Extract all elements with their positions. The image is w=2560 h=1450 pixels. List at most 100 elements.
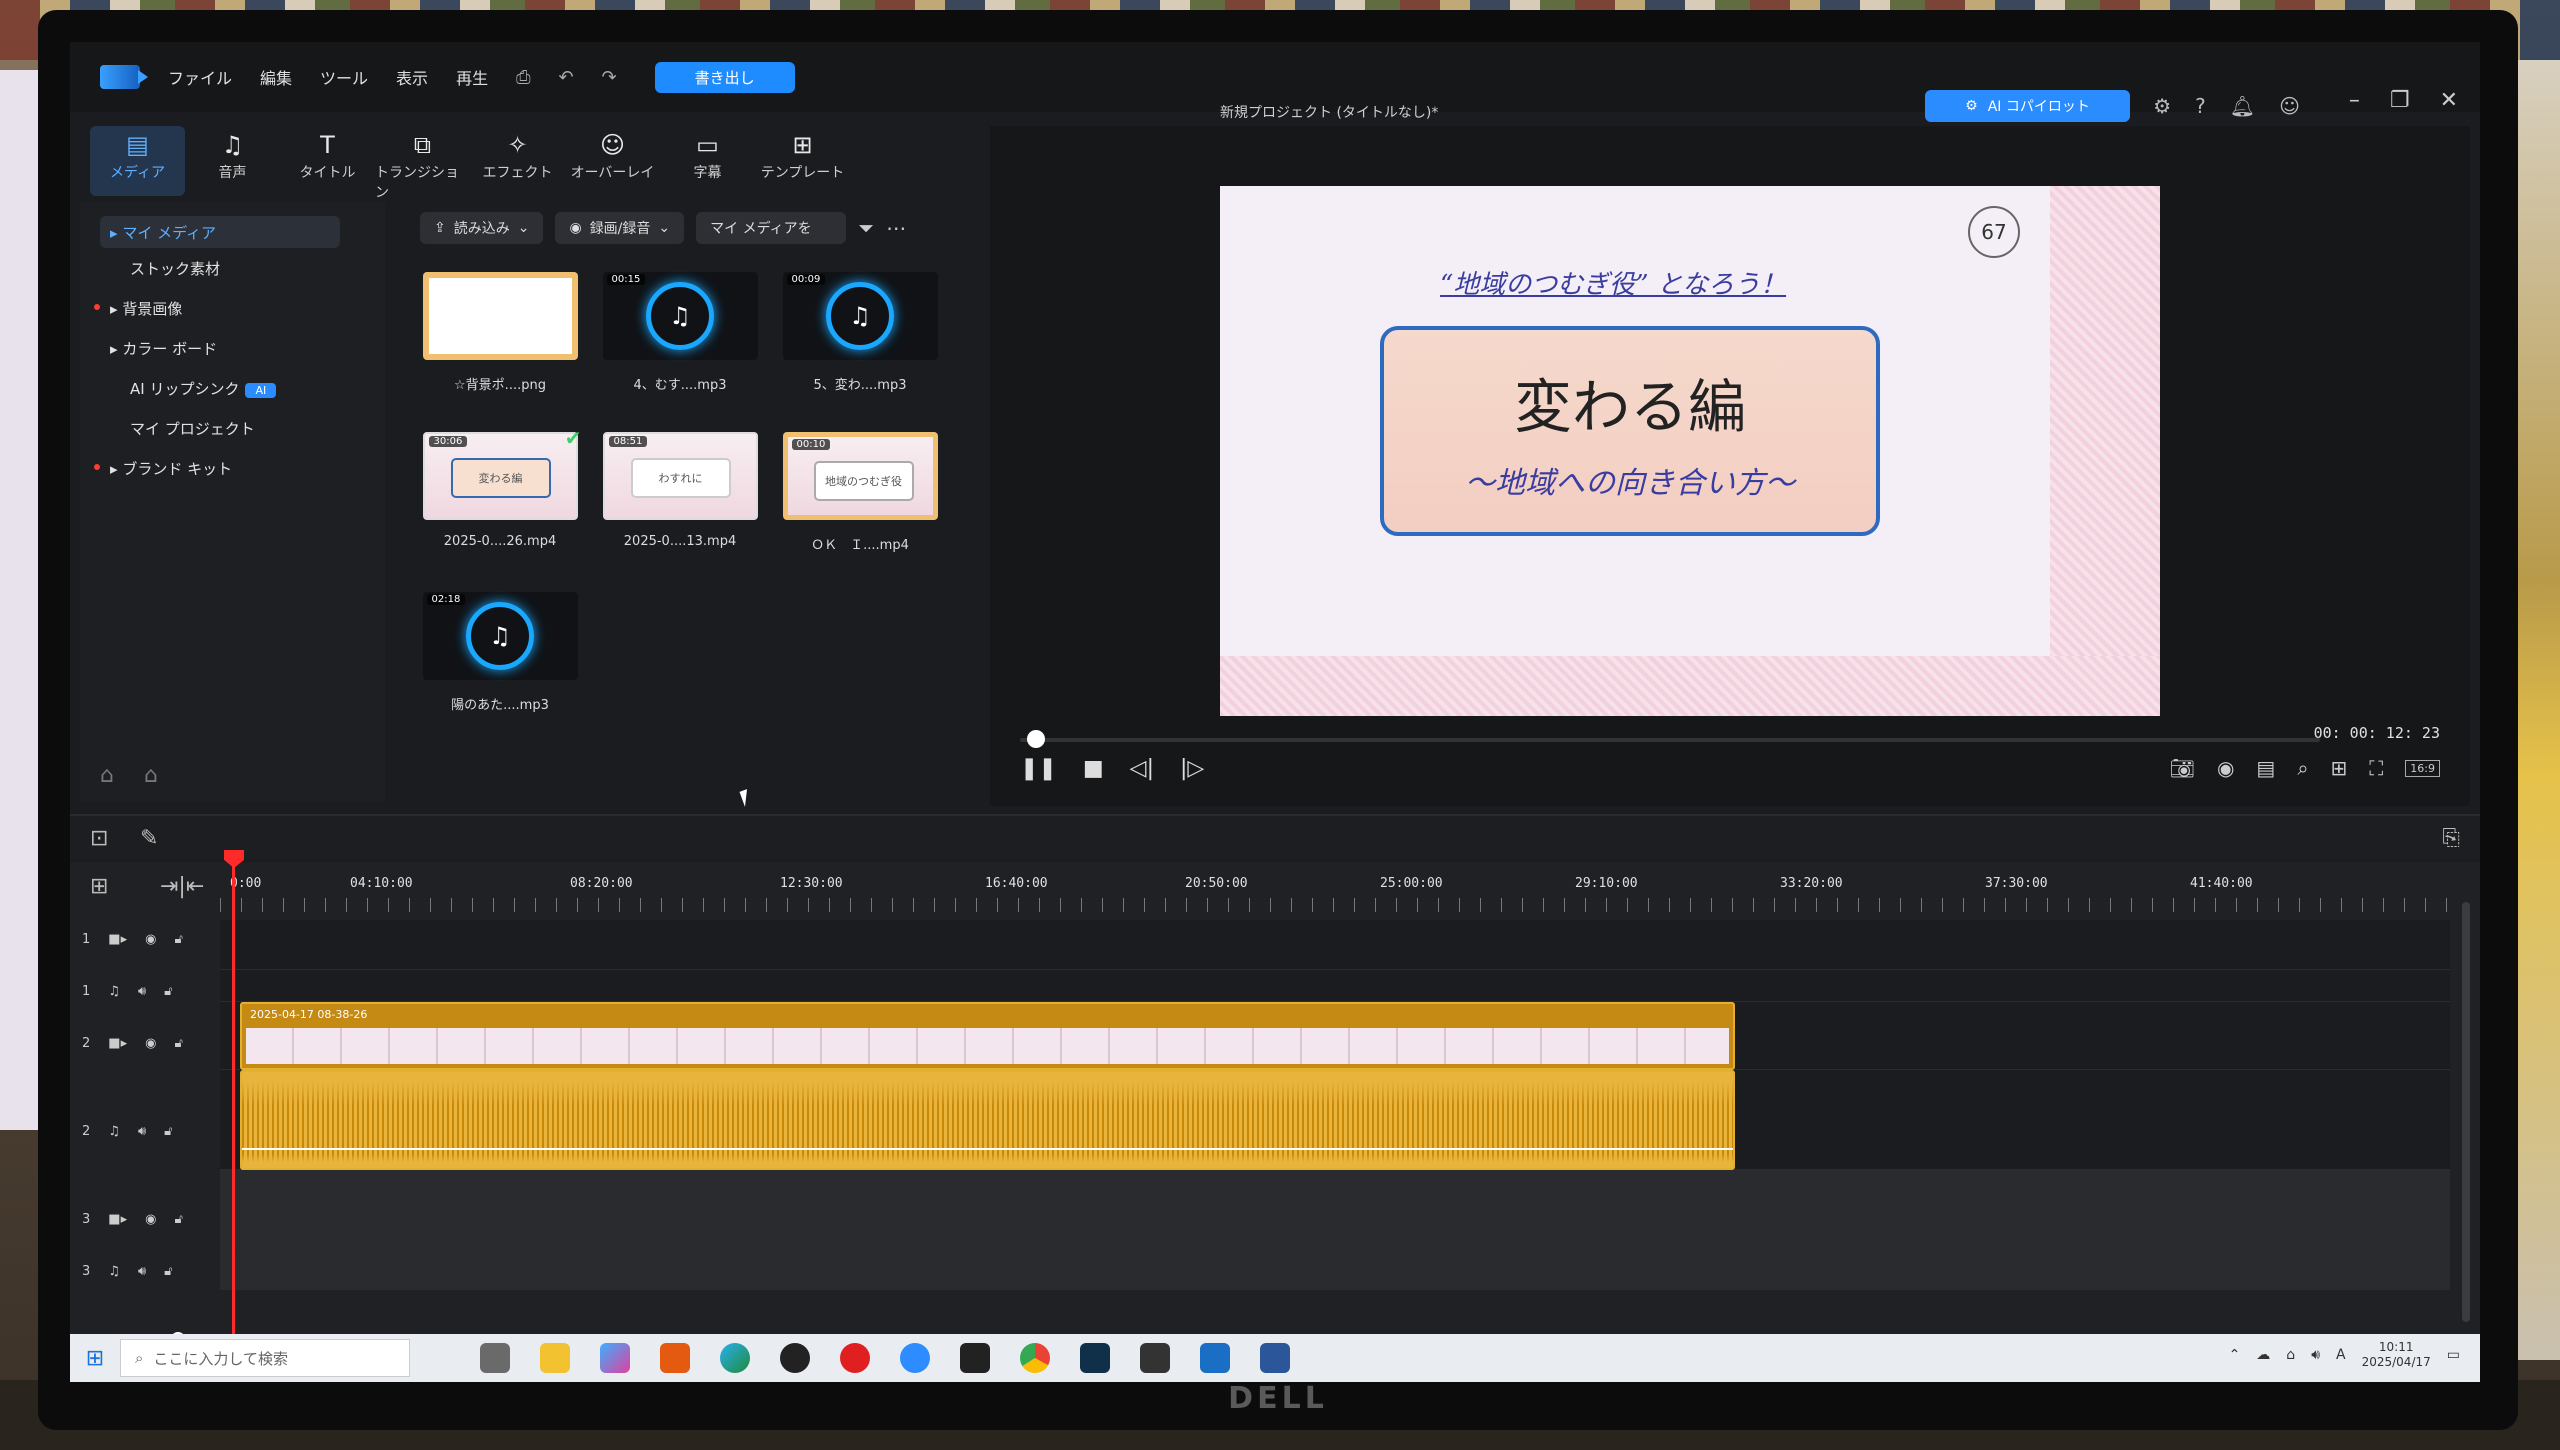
clock[interactable]: 10:11 2025/04/17	[2362, 1340, 2431, 1370]
restore-icon[interactable]: ❐	[2390, 88, 2410, 113]
lock-icon[interactable]: 🔓︎	[174, 1212, 182, 1227]
scrubber-handle[interactable]	[1027, 730, 1045, 748]
import-dropdown[interactable]: ⇪ 読み込み ⌄	[420, 212, 544, 244]
notification-icon[interactable]: ▭	[2447, 1347, 2460, 1363]
taskbar-search-input[interactable]: ⌕ ここに入力して検索	[120, 1339, 410, 1377]
undo-icon[interactable]: ↶	[558, 67, 573, 88]
sidebar-item-ai-lipsync[interactable]: AI リップシンク AI	[130, 378, 277, 399]
media-item[interactable]: 00:10 地域のつむぎ役 ＯＫ Ｉ....mp4	[780, 432, 940, 553]
add-tag-icon[interactable]: ⌂	[100, 763, 114, 788]
tab-subtitle[interactable]: ▭ 字幕	[660, 126, 755, 196]
stop-icon[interactable]: ■	[1083, 756, 1104, 781]
media-item[interactable]: 00:09 ♫ 5、変わ....mp3	[780, 272, 940, 393]
aspect-ratio-button[interactable]: 16:9	[2405, 759, 2440, 777]
menu-file[interactable]: ファイル	[168, 65, 232, 89]
zoom-icon[interactable]: ⌕	[2297, 756, 2308, 780]
menu-edit[interactable]: 編集	[260, 65, 292, 89]
account-icon[interactable]: ☺	[2279, 94, 2300, 118]
media-item[interactable]: 08:51 わすれに 2025-0....13.mp4	[600, 432, 760, 549]
speaker-icon[interactable]: 🔊︎	[138, 1124, 146, 1139]
eye-icon[interactable]: ◉	[145, 932, 156, 947]
app-icon[interactable]	[1140, 1343, 1170, 1373]
windows-start-icon[interactable]: ⊞	[70, 1346, 120, 1371]
sidebar-item-my-media[interactable]: ▸ マイ メディア	[100, 216, 340, 248]
close-icon[interactable]: ✕	[2440, 88, 2458, 113]
export-button[interactable]: 書き出し	[654, 61, 795, 93]
ime-indicator[interactable]: A	[2336, 1347, 2346, 1363]
safe-area-icon[interactable]: ⊞	[2331, 756, 2348, 780]
tab-media[interactable]: ▤ メディア	[90, 126, 185, 196]
media-search-input[interactable]: マイ メディアを	[696, 212, 847, 244]
time-ruler[interactable]: 0:00 04:10:00 08:20:00 12:30:00 16:40:00…	[220, 862, 2450, 912]
lock-icon[interactable]: 🔓︎	[174, 932, 182, 947]
network-icon[interactable]: ⌂	[2286, 1347, 2295, 1363]
volume-line[interactable]	[242, 1148, 1733, 1150]
add-track-icon[interactable]: ⊞	[90, 874, 108, 899]
cloud-icon[interactable]: ☁	[2256, 1347, 2270, 1363]
tab-effect[interactable]: ✧ エフェクト	[470, 126, 565, 196]
speaker-icon[interactable]: 🔊︎	[2311, 1347, 2320, 1363]
sidebar-item-color-board[interactable]: ▸ カラー ボード	[110, 338, 217, 359]
media-item[interactable]: ☆背景ポ....png	[420, 272, 580, 393]
speaker-icon[interactable]: 🔊︎	[138, 984, 146, 999]
track-row[interactable]	[220, 1170, 2450, 1250]
zoom-app-icon[interactable]	[900, 1343, 930, 1373]
app-icon[interactable]	[960, 1343, 990, 1373]
filter-icon[interactable]: ⏷	[858, 216, 874, 240]
lock-icon[interactable]: 🔓︎	[174, 1036, 182, 1051]
task-view-icon[interactable]	[480, 1343, 510, 1373]
file-explorer-icon[interactable]	[540, 1343, 570, 1373]
record-dropdown[interactable]: ◉ 録画/録音 ⌄	[555, 212, 685, 244]
arrange-icon[interactable]: ⊡	[90, 826, 108, 851]
settings-icon[interactable]: ⚙	[2153, 94, 2171, 118]
record-app-icon[interactable]	[840, 1343, 870, 1373]
minimize-icon[interactable]: –	[2349, 88, 2360, 113]
tab-title[interactable]: T タイトル	[280, 126, 375, 196]
bell-icon[interactable]: 🔔︎	[2230, 94, 2255, 118]
tab-audio[interactable]: ♫ 音声	[185, 126, 280, 196]
prev-frame-icon[interactable]: ◁|	[1130, 756, 1154, 781]
preview-scrubber[interactable]	[1020, 738, 2320, 742]
subtitle-toggle-icon[interactable]: ▤	[2256, 756, 2275, 780]
speaker-icon[interactable]: 🔊︎	[138, 1264, 146, 1279]
menu-view[interactable]: 表示	[396, 65, 428, 89]
help-icon[interactable]: ?	[2195, 94, 2206, 118]
media-item[interactable]: 02:18 ♫ 陽のあた....mp3	[420, 592, 580, 713]
track-row[interactable]	[220, 970, 2450, 1002]
app-icon[interactable]	[780, 1343, 810, 1373]
snapshot-icon[interactable]: 📷︎	[2170, 756, 2195, 780]
lock-icon[interactable]: 🔓︎	[164, 984, 172, 999]
media-item[interactable]: 30:06 変わる編 ✔ 2025-0....26.mp4	[420, 426, 582, 549]
save-icon[interactable]: ⎙	[516, 67, 530, 88]
chevron-up-icon[interactable]: ⌃	[2229, 1347, 2241, 1363]
render-icon[interactable]: ⎘	[2442, 826, 2460, 851]
lock-icon[interactable]: 🔓︎	[164, 1264, 172, 1279]
video-editor-icon[interactable]	[1080, 1343, 1110, 1373]
menu-tools[interactable]: ツール	[320, 65, 368, 89]
menu-playback[interactable]: 再生	[456, 65, 488, 89]
audio-clip[interactable]	[240, 1070, 1735, 1170]
sidebar-item-background[interactable]: ▸ 背景画像	[110, 298, 182, 319]
tab-transition[interactable]: ⧉ トランジション	[375, 126, 470, 201]
timeline-vertical-scrollbar[interactable]	[2462, 902, 2470, 1322]
next-frame-icon[interactable]: |▷	[1180, 756, 1204, 781]
lock-icon[interactable]: 🔓︎	[164, 1124, 172, 1139]
redo-icon[interactable]: ↷	[602, 67, 617, 88]
track-row[interactable]	[220, 920, 2450, 970]
outlook-icon[interactable]	[1200, 1343, 1230, 1373]
tab-template[interactable]: ⊞ テンプレート	[755, 126, 850, 196]
pause-icon[interactable]: ❚❚	[1020, 756, 1057, 781]
video-clip[interactable]: 2025-04-17 08-38-26	[240, 1002, 1735, 1070]
sidebar-item-stock[interactable]: ストック素材	[130, 258, 220, 279]
app-icon[interactable]	[660, 1343, 690, 1373]
ai-copilot-button[interactable]: ⚙ AI コパイロット	[1925, 90, 2130, 122]
fullscreen-icon[interactable]: ⛶	[2369, 756, 2383, 780]
sidebar-item-brand-kit[interactable]: ▸ ブランド キット	[110, 458, 232, 479]
track-row[interactable]	[220, 1250, 2450, 1290]
edge-icon[interactable]	[720, 1343, 750, 1373]
media-item[interactable]: 00:15 ♫ 4、むす....mp3	[600, 272, 760, 393]
fit-icon[interactable]: ⇥|⇤	[160, 874, 204, 899]
eye-icon[interactable]: ◉	[145, 1036, 156, 1051]
pen-icon[interactable]: ✎	[140, 826, 158, 851]
quality-icon[interactable]: ◉	[2217, 756, 2234, 780]
